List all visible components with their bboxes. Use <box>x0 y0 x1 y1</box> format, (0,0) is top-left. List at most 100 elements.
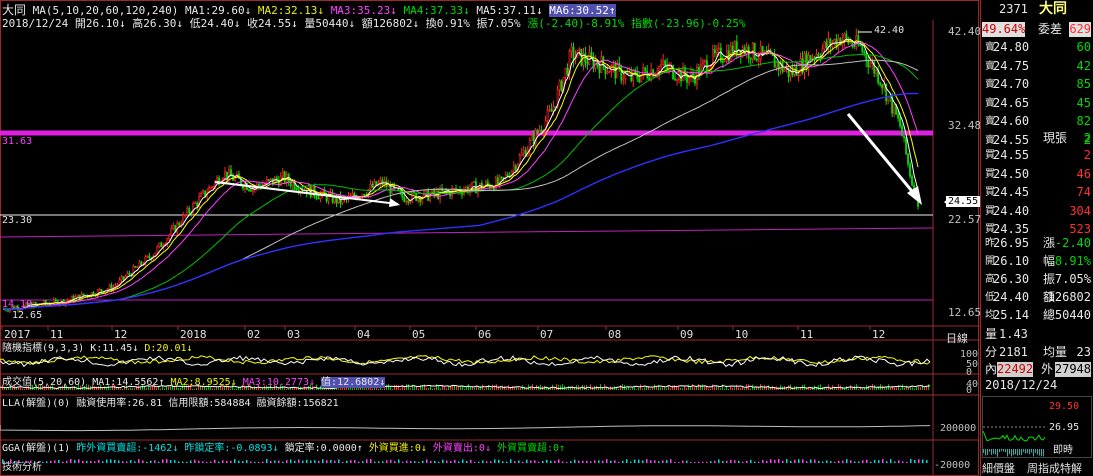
candle-body <box>514 165 517 171</box>
vol-title[interactable]: 成交值(5,20,60) <box>2 377 86 388</box>
gga-bar <box>274 460 276 463</box>
time-label: 04 <box>357 328 371 341</box>
gga-bar <box>562 461 564 463</box>
gga-bar <box>122 461 124 463</box>
candle-body <box>630 72 633 81</box>
volume-bar <box>674 385 675 390</box>
volume-bar <box>600 384 601 390</box>
volume-bar <box>630 388 631 390</box>
header-index: 指數(-23.96)-0.25% <box>630 17 746 30</box>
mini-volume-bar <box>1037 449 1038 455</box>
kd-d-value: D:20.01↓ <box>144 343 193 354</box>
volume-bar <box>396 384 397 390</box>
stat-row: 高 26.30 振 7.05% <box>981 272 1093 287</box>
volume-bar <box>780 384 781 390</box>
volume-bar <box>902 384 903 390</box>
left-label-bottom: 12.65 <box>12 310 43 321</box>
time-label: 11 <box>800 328 814 341</box>
gga-bar <box>846 459 848 463</box>
time-label: 2017 <box>4 328 31 341</box>
gga-bar <box>622 460 624 463</box>
gga-bar <box>534 460 536 463</box>
gga-bar <box>134 461 136 463</box>
mini-volume-bar <box>1025 449 1026 454</box>
volume-bar <box>914 388 915 390</box>
buy-row[interactable]: 買 24.45 74 <box>981 185 1093 200</box>
gga-bar <box>754 461 756 463</box>
mini-volume-bar <box>1035 449 1036 453</box>
stat-right-label: 總 <box>1043 308 1056 322</box>
volume-bar <box>836 387 837 390</box>
tab-weekly[interactable]: 周指成特解 <box>1027 460 1082 476</box>
candle-body <box>903 135 905 138</box>
gga-f3: 鎖定率:0.0000↑ <box>284 443 363 454</box>
sell-row[interactable]: 賣 24.80 60 <box>981 40 1093 55</box>
volume-bar <box>388 384 389 390</box>
gga-bar <box>498 459 500 463</box>
sell-row[interactable]: 賣 24.65 45 <box>981 96 1093 111</box>
sell-row[interactable]: 賣 24.75 42 <box>981 59 1093 74</box>
volume-bar <box>924 387 925 390</box>
buy-row[interactable]: 買 24.50 46 <box>981 167 1093 182</box>
time-unit[interactable]: 日線 <box>946 330 968 346</box>
stat-value: 26.10 <box>993 254 1030 268</box>
gga-bar <box>674 461 676 463</box>
mini-volume-bar <box>1017 449 1018 456</box>
buy-row[interactable]: 買 24.35 523 <box>981 222 1093 237</box>
gga-bar <box>450 461 452 463</box>
qty: 60 <box>1076 40 1091 54</box>
gga-f1: 昨外資買賣超:-1462↓ <box>76 443 179 454</box>
volume-bar <box>424 384 425 390</box>
gga-bar <box>578 460 580 463</box>
gga-bar <box>658 461 660 463</box>
tab-detail[interactable]: 細價盤 <box>982 460 1015 476</box>
time-label: 11 <box>50 328 64 341</box>
candle-body <box>624 72 627 80</box>
volume-bar <box>750 388 751 390</box>
stat-right-label: 振 <box>1043 272 1056 286</box>
price: 24.35 <box>993 222 1030 236</box>
gga-bar <box>470 459 472 463</box>
gga-bar <box>770 459 772 463</box>
gga-bar <box>330 459 332 463</box>
candle-body <box>775 61 778 68</box>
header-open: 開26.10↓ <box>74 17 126 30</box>
qty: 42 <box>1076 58 1091 73</box>
gga-title[interactable]: GGA(解盤)(1) <box>2 443 70 454</box>
lla-title[interactable]: LLA(解盤)(0) <box>2 398 70 409</box>
candle-body <box>715 48 718 54</box>
gga-bar <box>398 459 400 463</box>
candle-body <box>584 53 587 63</box>
nei-value: 22492 <box>997 362 1034 377</box>
gga-bar <box>342 461 344 463</box>
price-label-top: 42.40 <box>948 25 982 38</box>
buy-row[interactable]: 買 24.55 2 <box>981 148 1093 163</box>
gga-bar <box>70 459 72 463</box>
gga-bar <box>182 461 184 463</box>
kd-title[interactable]: 隨機指標(9,3,3) <box>2 343 84 354</box>
mini-chart[interactable]: 29.50 26.95 即時 <box>982 396 1092 458</box>
volume-bar <box>918 386 919 390</box>
tech-analysis-tab[interactable]: 技術分析 <box>2 461 42 474</box>
junliang-label: 均量 <box>1043 345 1068 359</box>
gga-bar <box>426 459 428 463</box>
buy-row[interactable]: 買 24.40 304 <box>981 204 1093 219</box>
sell-row[interactable]: 賣 24.60 82 <box>981 114 1093 129</box>
candle-body <box>202 190 205 194</box>
quote-panel: 2371 大同 49.64% 委差 629 賣 24.80 60 賣 24.75 42 賣 2… <box>980 0 1093 476</box>
candle-body <box>713 49 716 54</box>
gga-bar <box>866 459 868 463</box>
stat-row: 均 25.14 總 50440 <box>981 308 1093 323</box>
volume-bar <box>234 388 235 390</box>
nei-label: 內 <box>985 362 998 376</box>
candle-body <box>228 169 230 180</box>
gga-bar <box>98 459 100 463</box>
candle-body <box>369 183 372 190</box>
candle-body <box>532 134 535 145</box>
candle-body <box>757 58 760 61</box>
gga-bars <box>2 459 928 463</box>
candle-body <box>148 255 151 259</box>
liang-value: 1.43 <box>999 327 1028 341</box>
gga-bar <box>502 461 504 463</box>
sell-row[interactable]: 賣 24.70 85 <box>981 77 1093 92</box>
